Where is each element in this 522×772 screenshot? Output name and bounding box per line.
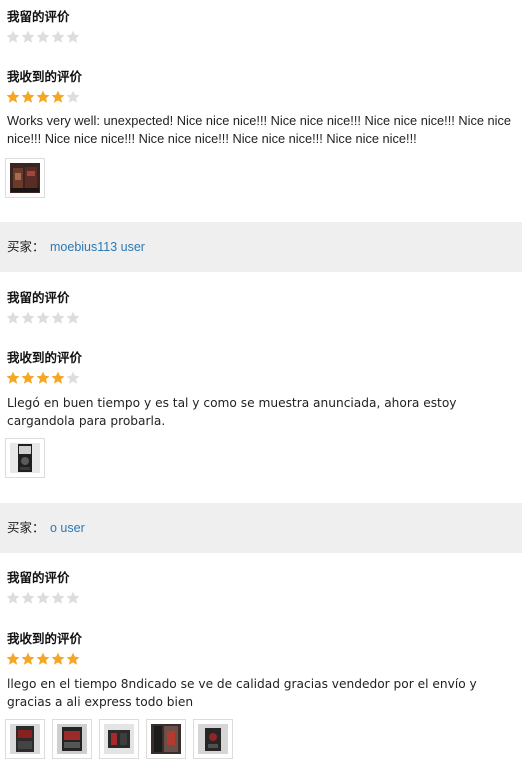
buyer-bar: 买家： moebius113 user: [0, 222, 522, 272]
my-left-review-title: 我留的评价: [7, 9, 70, 24]
my-left-review-title: 我留的评价: [7, 570, 70, 585]
review-photos: [5, 719, 233, 759]
star-empty-icon: [66, 90, 80, 103]
received-rating-stars: [6, 371, 80, 386]
star-filled-icon: [6, 90, 20, 103]
review-text: Llegó en buen tiempo y es tal y como se …: [7, 396, 457, 428]
buyer-label: 买家：: [7, 520, 45, 535]
received-review-title: 我收到的评价: [7, 631, 83, 646]
review-photo-thumbnail[interactable]: [99, 719, 139, 759]
received-review-title: 我收到的评价: [7, 69, 83, 84]
received-rating-stars: [6, 90, 80, 105]
review-photo-thumbnail[interactable]: [146, 719, 186, 759]
photo-image: [151, 724, 181, 754]
photo-image: [10, 443, 40, 473]
photo-image: [198, 724, 228, 754]
review-photo-thumbnail[interactable]: [193, 719, 233, 759]
review-photo-thumbnail[interactable]: [5, 158, 45, 198]
review-photo-thumbnail[interactable]: [5, 438, 45, 478]
star-filled-icon: [36, 371, 50, 384]
star-empty-icon: [36, 591, 50, 604]
star-filled-icon: [6, 371, 20, 384]
star-empty-icon: [36, 311, 50, 324]
star-empty-icon: [21, 311, 35, 324]
left-rating-stars: [6, 311, 80, 326]
review-photos: [5, 158, 45, 198]
photo-image: [10, 163, 40, 193]
star-empty-icon: [51, 30, 65, 43]
buyer-name-link[interactable]: o user: [50, 519, 85, 537]
star-empty-icon: [66, 591, 80, 604]
buyer-label: 买家：: [7, 239, 45, 254]
star-empty-icon: [66, 30, 80, 43]
star-filled-icon: [21, 652, 35, 665]
star-empty-icon: [51, 591, 65, 604]
received-review-title: 我收到的评价: [7, 350, 83, 365]
photo-image: [10, 724, 40, 754]
star-empty-icon: [21, 30, 35, 43]
star-filled-icon: [36, 652, 50, 665]
star-filled-icon: [51, 652, 65, 665]
star-empty-icon: [51, 311, 65, 324]
star-empty-icon: [21, 591, 35, 604]
star-filled-icon: [6, 652, 20, 665]
star-empty-icon: [6, 311, 20, 324]
buyer-bar: 买家： o user: [0, 503, 522, 553]
left-rating-stars: [6, 591, 80, 606]
star-filled-icon: [66, 652, 80, 665]
star-filled-icon: [21, 371, 35, 384]
received-rating-stars: [6, 652, 80, 667]
star-empty-icon: [6, 591, 20, 604]
review-photo-thumbnail[interactable]: [52, 719, 92, 759]
buyer-name-link[interactable]: moebius113 user: [50, 238, 145, 256]
review-text: llego en el tiempo 8ndicado se ve de cal…: [7, 677, 477, 709]
review-photos: [5, 438, 45, 478]
star-filled-icon: [51, 90, 65, 103]
star-empty-icon: [66, 311, 80, 324]
star-empty-icon: [36, 30, 50, 43]
review-text: Works very well: unexpected! Nice nice n…: [7, 113, 512, 146]
star-empty-icon: [66, 371, 80, 384]
star-filled-icon: [36, 90, 50, 103]
photo-image: [57, 724, 87, 754]
photo-image: [104, 724, 134, 754]
my-left-review-title: 我留的评价: [7, 290, 70, 305]
left-rating-stars: [6, 30, 80, 45]
star-filled-icon: [51, 371, 65, 384]
feedback-list: 我留的评价 我收到的评价 Works very well: unexpected…: [0, 0, 522, 772]
star-empty-icon: [6, 30, 20, 43]
star-filled-icon: [21, 90, 35, 103]
review-photo-thumbnail[interactable]: [5, 719, 45, 759]
